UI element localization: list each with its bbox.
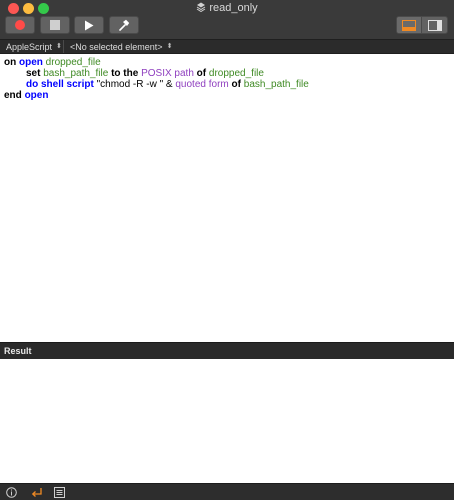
result-header: Result [0, 342, 454, 359]
info-button[interactable] [4, 486, 18, 499]
keyword-of: of [231, 79, 241, 90]
code-line-2: set bash_path_file to the POSIX path of … [4, 68, 454, 79]
script-editor[interactable]: on open dropped_file set bash_path_file … [0, 54, 454, 342]
bottom-bar [0, 483, 454, 500]
command-open: open [24, 90, 49, 101]
variable-bash-path-file: bash_path_file [243, 79, 309, 90]
window-titlebar: read_only [0, 0, 454, 39]
keyword-end: end [4, 90, 22, 101]
variable-dropped-file: dropped_file [208, 68, 264, 79]
show-bottom-pane-toggle[interactable] [397, 17, 423, 33]
show-sidebar-icon [427, 19, 442, 31]
run-button[interactable] [74, 16, 104, 34]
play-icon [85, 20, 94, 30]
element-label: <No selected element> [70, 41, 163, 52]
record-button[interactable] [5, 16, 35, 34]
window-title: read_only [0, 1, 454, 15]
code-line-4: end open [4, 90, 454, 101]
reply-arrow-icon [31, 488, 42, 497]
up-down-chevron-icon: ⬍ [56, 43, 62, 50]
command-do-shell-script: do shell script [26, 79, 94, 90]
property-quoted-form: quoted form [175, 79, 229, 90]
replies-button[interactable] [30, 486, 44, 499]
result-label: Result [4, 346, 32, 356]
record-icon [15, 20, 25, 30]
show-bottom-pane-icon [402, 19, 416, 31]
compile-button[interactable] [109, 16, 139, 34]
window-title-text: read_only [209, 2, 258, 14]
property-posix-path: POSIX path [141, 68, 194, 79]
messages-button[interactable] [52, 486, 66, 499]
stop-icon [50, 20, 60, 30]
navigation-bar: AppleScript ⬍ <No selected element> ⬍ [0, 39, 454, 54]
result-area[interactable] [0, 359, 454, 483]
operator-ampersand: & [165, 79, 173, 90]
language-popup[interactable]: AppleScript ⬍ [0, 40, 64, 53]
command-open: open [19, 57, 43, 68]
keyword-of: of [196, 68, 207, 79]
view-toggle-group [396, 16, 448, 34]
hammer-icon [119, 19, 130, 31]
script-document-icon [197, 2, 206, 12]
code-line-3: do shell script "chmod -R -w " & quoted … [4, 79, 454, 90]
variable-dropped-file: dropped_file [45, 57, 101, 68]
log-list-icon [53, 487, 65, 498]
string-literal: "chmod -R -w " [96, 79, 164, 90]
element-popup[interactable]: <No selected element> ⬍ [64, 40, 176, 53]
info-icon [5, 487, 17, 498]
language-label: AppleScript [6, 41, 53, 52]
keyword-set: set [26, 68, 41, 79]
show-sidebar-toggle[interactable] [422, 17, 447, 33]
stop-button[interactable] [40, 16, 70, 34]
keyword-on: on [4, 57, 17, 68]
up-down-chevron-icon: ⬍ [166, 43, 173, 50]
variable-bash-path-file: bash_path_file [43, 68, 109, 79]
code-line-1: on open dropped_file [4, 57, 454, 68]
keyword-to-the: to the [111, 68, 139, 79]
